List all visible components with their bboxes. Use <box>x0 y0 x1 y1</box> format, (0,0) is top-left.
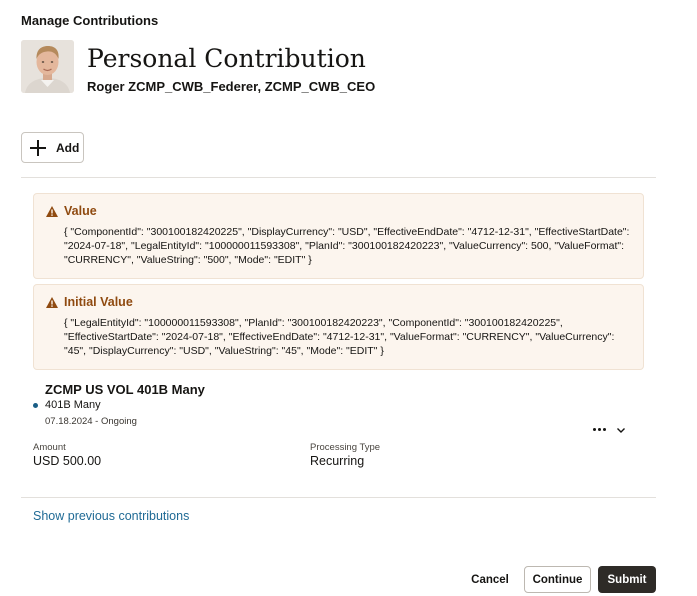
alert-body: { "LegalEntityId": "100000011593308", "P… <box>64 317 615 357</box>
cancel-button[interactable]: Cancel <box>465 566 515 593</box>
add-button-label: Add <box>56 140 80 155</box>
add-button[interactable]: Add <box>21 132 84 163</box>
initial-value-warning-message: Initial Value { "LegalEntityId": "100000… <box>33 284 644 370</box>
amount-value: USD 500.00 <box>33 454 102 468</box>
person-name: Roger ZCMP_CWB_Federer, ZCMP_CWB_CEO <box>87 79 376 94</box>
avatar <box>21 40 74 93</box>
divider <box>21 497 656 498</box>
warning-icon <box>46 205 58 217</box>
plus-icon <box>30 139 46 156</box>
contribution-period: 07.18.2024 - Ongoing <box>45 416 137 427</box>
processing-type-value: Recurring <box>310 454 365 468</box>
value-warning-message: Value { "ComponentId": "300100182420225"… <box>33 193 644 279</box>
amount-label: Amount <box>33 442 66 453</box>
alert-body: { "ComponentId": "300100182420225", "Dis… <box>64 226 630 266</box>
chevron-down-icon[interactable] <box>614 423 628 437</box>
plan-name: ZCMP US VOL 401B Many <box>45 382 205 397</box>
warning-icon <box>46 296 58 308</box>
show-previous-contributions-link[interactable]: Show previous contributions <box>33 509 189 523</box>
divider <box>21 177 656 178</box>
plan-option: 401B Many <box>45 399 101 411</box>
page-title: Personal Contribution <box>87 44 366 73</box>
submit-button[interactable]: Submit <box>598 566 656 593</box>
processing-type-label: Processing Type <box>310 442 381 453</box>
more-icon[interactable] <box>589 421 609 437</box>
continue-button[interactable]: Continue <box>524 566 591 593</box>
alert-title: Value <box>64 204 97 218</box>
bullet-icon <box>33 403 38 408</box>
alert-title: Initial Value <box>64 295 133 309</box>
page-header: Manage Contributions <box>21 13 159 28</box>
